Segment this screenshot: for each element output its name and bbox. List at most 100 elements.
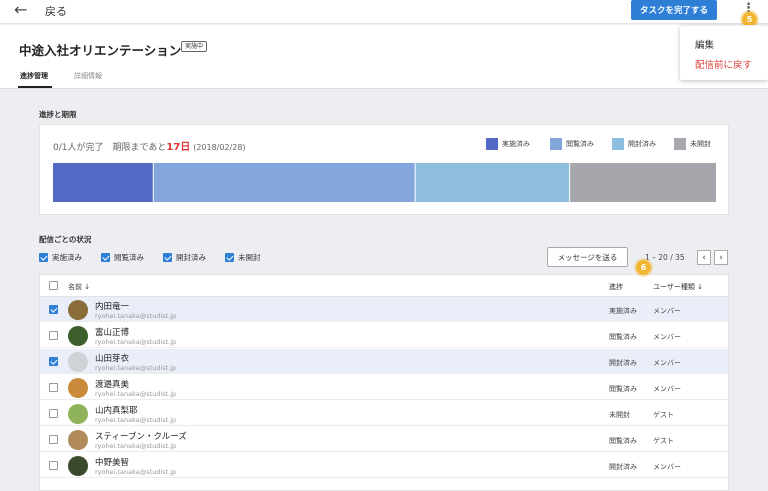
legend-label: 開封済み xyxy=(628,140,656,148)
progress-status: 未開封 xyxy=(609,411,630,419)
user-type: ゲスト xyxy=(653,411,674,419)
legend-swatch xyxy=(550,138,562,150)
row-checkbox[interactable] xyxy=(49,331,58,340)
column-label: 名前 xyxy=(68,283,82,291)
progress-status: 実施済み xyxy=(609,307,637,315)
step-badge-6: 6 xyxy=(636,260,651,275)
back-link[interactable]: 戻る xyxy=(45,3,67,19)
progress-card: 0/1人が完了 期限まであと17日 (2018/02/28) 実施済み 閲覧済み… xyxy=(39,124,729,215)
legend-label: 閲覧済み xyxy=(566,140,594,148)
table-row[interactable]: 山田芽衣 ryohei.tanaka@studist.jp 開封済み メンバー xyxy=(40,349,728,374)
user-name: 渡邉真美 xyxy=(95,380,130,390)
filter-label: 開封済み xyxy=(176,253,206,262)
progress-summary: 0/1人が完了 期限まであと17日 (2018/02/28) xyxy=(53,138,246,153)
active-tab-indicator xyxy=(18,86,52,88)
row-checkbox[interactable] xyxy=(49,435,58,444)
next-page-button[interactable]: › xyxy=(714,250,728,265)
delivery-section-title: 配信ごとの状況 xyxy=(39,235,92,244)
progress-segment xyxy=(570,163,716,202)
avatar xyxy=(68,326,88,346)
send-message-button[interactable]: メッセージを送る xyxy=(547,247,628,267)
filter-label: 閲覧済み xyxy=(114,253,144,262)
progress-status: 閲覧済み xyxy=(609,333,637,341)
avatar xyxy=(68,352,88,372)
progress-status: 閲覧済み xyxy=(609,437,637,445)
user-type: メンバー xyxy=(653,333,681,341)
pagination-range: 1 – 20 / 35 xyxy=(645,253,685,262)
legend-item: 閲覧済み xyxy=(550,138,594,150)
progress-status: 開封済み xyxy=(609,463,637,471)
avatar xyxy=(68,300,88,320)
complete-task-button[interactable]: タスクを完了する xyxy=(631,0,717,20)
avatar xyxy=(68,456,88,476)
progress-section-title: 進捗と期限 xyxy=(39,110,77,119)
filter-label: 未開封 xyxy=(238,253,261,262)
user-name: 内田竜一 xyxy=(95,302,130,312)
status-badge: 実施中 xyxy=(181,41,208,52)
user-type: メンバー xyxy=(653,463,681,471)
filter-label: 実施済み xyxy=(52,253,82,262)
user-type: メンバー xyxy=(653,385,681,393)
row-checkbox[interactable] xyxy=(49,461,58,470)
top-bar: ← 戻る タスクを完了する ⋮ xyxy=(0,0,768,24)
user-type: メンバー xyxy=(653,359,681,367)
table-row[interactable]: 渡邉真美 ryohei.tanaka@studist.jp 閲覧済み メンバー xyxy=(40,375,728,400)
deadline-date: (2018/02/28) xyxy=(193,143,246,152)
column-label: ユーザー種類 xyxy=(653,283,695,291)
table-row[interactable]: 山内真梨耶 ryohei.tanaka@studist.jp 未開封 ゲスト xyxy=(40,401,728,426)
column-header-name[interactable]: 名前 ↓ xyxy=(68,282,90,292)
table-header: 名前 ↓ 進捗 ユーザー種類 ↓ xyxy=(40,275,728,297)
filter-checkbox-viewed[interactable] xyxy=(101,253,110,262)
select-all-checkbox[interactable] xyxy=(49,281,58,290)
days-remaining: 17日 xyxy=(166,142,191,153)
page-header: 中途入社オリエンテーション 実施中 進捗管理 詳細情報 xyxy=(0,25,768,89)
filter-checkbox-unopened[interactable] xyxy=(225,253,234,262)
user-name: 山田芽衣 xyxy=(95,354,130,364)
filter-checkbox-done[interactable] xyxy=(39,253,48,262)
user-name: 富山正博 xyxy=(95,328,130,338)
progress-segment xyxy=(53,163,153,202)
user-email: ryohei.tanaka@studist.jp xyxy=(95,416,177,424)
legend-swatch xyxy=(612,138,624,150)
legend-item: 実施済み xyxy=(486,138,530,150)
filter-checkbox-opened[interactable] xyxy=(163,253,172,262)
avatar xyxy=(68,378,88,398)
progress-status: 開封済み xyxy=(609,359,637,367)
progress-segment xyxy=(153,163,415,202)
table-row[interactable]: 内田竜一 ryohei.tanaka@studist.jp 実施済み メンバー xyxy=(40,297,728,322)
stacked-progress-bar xyxy=(53,163,716,202)
table-row[interactable]: スティーブン・クルーズ ryohei.tanaka@studist.jp 閲覧済み ゲ… xyxy=(40,427,728,452)
user-email: ryohei.tanaka@studist.jp xyxy=(95,338,177,346)
menu-item-edit[interactable]: 編集 xyxy=(695,37,714,51)
column-header-progress[interactable]: 進捗 xyxy=(609,282,623,292)
legend-item: 未開封 xyxy=(674,138,711,150)
back-arrow-icon[interactable]: ← xyxy=(14,1,27,19)
legend-label: 実施済み xyxy=(502,140,530,148)
legend-label: 未開封 xyxy=(690,140,711,148)
completion-text: 0/1人が完了 期限まであと xyxy=(53,143,167,153)
row-checkbox[interactable] xyxy=(49,357,58,366)
sort-arrow-icon: ↓ xyxy=(84,283,91,291)
tab-progress[interactable]: 進捗管理 xyxy=(20,71,48,81)
avatar xyxy=(68,430,88,450)
page-title: 中途入社オリエンテーション xyxy=(19,43,182,58)
row-checkbox[interactable] xyxy=(49,383,58,392)
user-email: ryohei.tanaka@studist.jp xyxy=(95,364,177,372)
legend-item: 開封済み xyxy=(612,138,656,150)
progress-status: 閲覧済み xyxy=(609,385,637,393)
row-checkbox[interactable] xyxy=(49,409,58,418)
avatar xyxy=(68,404,88,424)
table-row[interactable]: 富山正博 ryohei.tanaka@studist.jp 閲覧済み メンバー xyxy=(40,323,728,348)
sort-arrow-icon: ↓ xyxy=(697,283,703,291)
prev-page-button[interactable]: ‹ xyxy=(697,250,711,265)
user-name: スティーブン・クルーズ xyxy=(95,432,187,442)
user-email: ryohei.tanaka@studist.jp xyxy=(95,468,177,476)
table-row[interactable]: 中野美智 ryohei.tanaka@studist.jp 開封済み メンバー xyxy=(40,453,728,478)
options-menu: 編集 配信前に戻す xyxy=(680,26,768,80)
row-checkbox[interactable] xyxy=(49,305,58,314)
menu-item-revert[interactable]: 配信前に戻す xyxy=(695,57,752,71)
tab-details[interactable]: 詳細情報 xyxy=(74,71,102,81)
legend-swatch xyxy=(674,138,686,150)
column-header-user-type[interactable]: ユーザー種類 ↓ xyxy=(653,282,703,292)
user-email: ryohei.tanaka@studist.jp xyxy=(95,312,177,320)
